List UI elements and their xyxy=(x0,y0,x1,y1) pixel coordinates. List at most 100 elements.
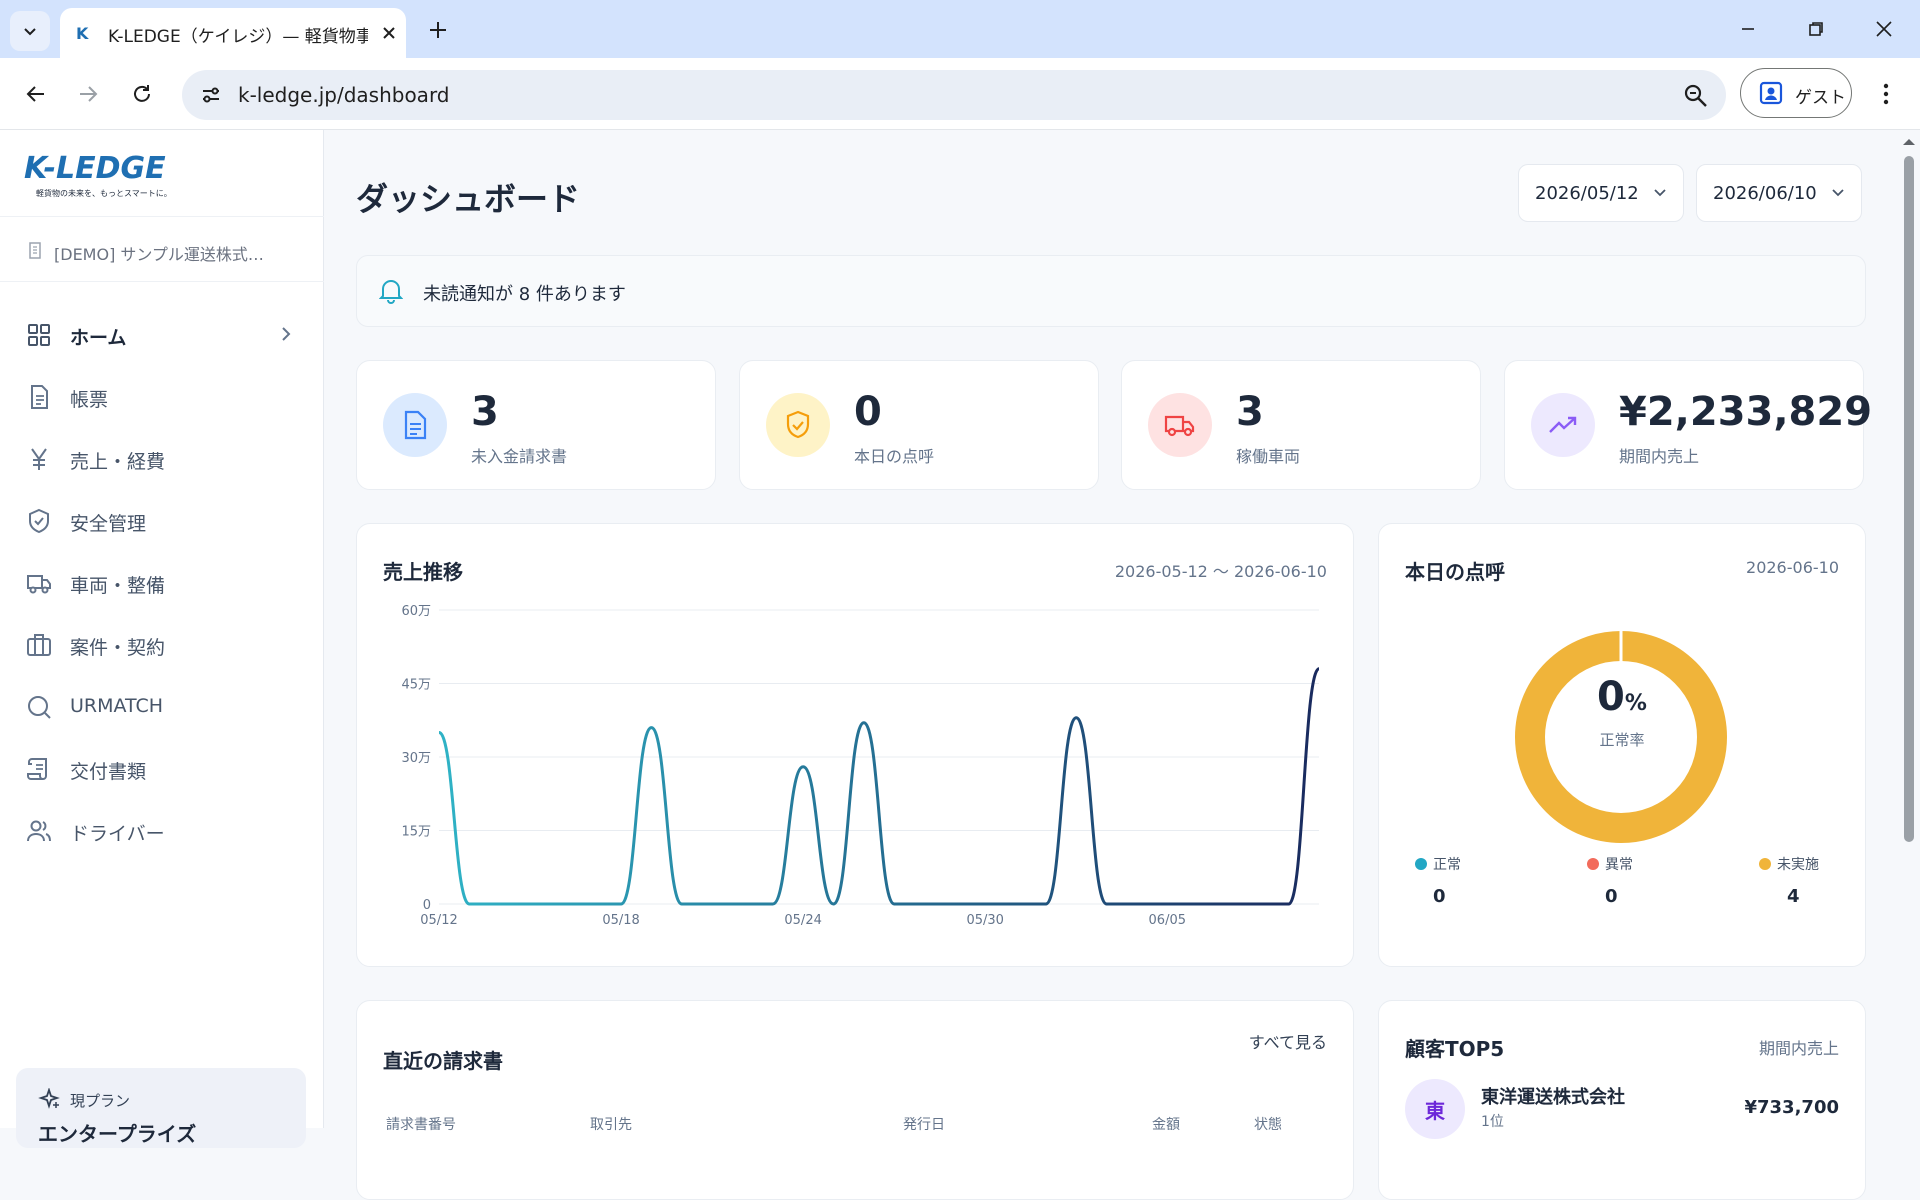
legend-dot xyxy=(1759,858,1771,870)
legend-normal: 正常 0 xyxy=(1415,854,1535,907)
svg-text:軽貨物の未来を、もっとスマートに。: 軽貨物の未来を、もっとスマートに。 xyxy=(36,188,172,198)
column-header[interactable]: 請求書番号 xyxy=(386,1114,456,1134)
rollcall-date: 2026-06-10 xyxy=(1746,558,1839,577)
svg-text:K: K xyxy=(76,24,89,43)
more-vertical-icon xyxy=(1883,83,1889,105)
sidebar-item-home[interactable]: ホーム xyxy=(10,308,310,362)
x-tick-label: 05/24 xyxy=(784,913,821,928)
legend-dot xyxy=(1587,858,1599,870)
date-from-value: 2026/05/12 xyxy=(1535,183,1639,204)
column-header[interactable]: 状態 xyxy=(1254,1114,1282,1134)
column-header[interactable]: 発行日 xyxy=(903,1114,945,1134)
k-ledge-logo: K-LEDGE 軽貨物の未来を、もっとスマートに。 xyxy=(24,151,172,198)
legend-dot xyxy=(1415,858,1427,870)
favicon-icon: K xyxy=(76,24,89,43)
address-bar[interactable]: k-ledge.jp/dashboard xyxy=(182,70,1726,120)
profile-button[interactable]: ゲスト xyxy=(1740,68,1852,118)
notification-banner[interactable]: 未読通知が 8 件あります xyxy=(356,255,1866,327)
building-icon xyxy=(29,242,41,259)
forward-button[interactable] xyxy=(68,74,108,114)
truck-icon xyxy=(1164,415,1195,437)
sidebar-item-vehicles[interactable]: 車両・整備 xyxy=(10,556,310,610)
y-tick-label: 30万 xyxy=(401,751,431,766)
view-all-link[interactable]: すべて見る xyxy=(1249,1029,1327,1053)
stat-icon-circle xyxy=(766,393,830,457)
chevron-down-icon xyxy=(1832,189,1844,197)
close-icon xyxy=(383,27,395,39)
stat-label: 稼働車両 xyxy=(1236,447,1301,466)
sidebar-item-safety[interactable]: 安全管理 xyxy=(10,494,310,548)
date-to-select[interactable]: 2026/06/10 xyxy=(1696,164,1862,222)
logo[interactable]: K-LEDGE 軽貨物の未来を、もっとスマートに。 xyxy=(24,146,224,206)
top-customers-card: 顧客TOP5 期間内売上 東 東洋運送株式会社 1位 ¥733,700 xyxy=(1378,1000,1866,1200)
sidebar: K-LEDGE 軽貨物の未来を、もっとスマートに。 [DEMO] サンプル運送株… xyxy=(0,130,324,1148)
company-selector[interactable]: [DEMO] サンプル運送株式… xyxy=(0,216,324,282)
zoom-icon[interactable] xyxy=(1682,82,1710,110)
person-badge-icon xyxy=(1759,81,1783,105)
tab-title: K-LEDGE（ケイレジ）— 軽貨物事 xyxy=(108,27,368,47)
stat-card-active-vehicles[interactable]: 3 稼働車両 xyxy=(1121,360,1481,490)
sidebar-item-sales-expenses[interactable]: 売上・経費 xyxy=(10,432,310,486)
restore-button[interactable] xyxy=(1794,12,1838,46)
shield-check-icon xyxy=(786,410,810,439)
sidebar-item-label: 車両・整備 xyxy=(70,575,166,597)
sidebar-item-label: 帳票 xyxy=(70,389,109,411)
browser-menu-button[interactable] xyxy=(1870,74,1902,114)
sidebar-item-issued-documents[interactable]: 交付書類 xyxy=(10,742,310,796)
arrow-right-icon xyxy=(80,86,98,102)
y-tick-label: 15万 xyxy=(401,825,431,840)
sidebar-item-contracts[interactable]: 案件・契約 xyxy=(10,618,310,672)
rollcall-rate: 0% xyxy=(1597,674,1647,720)
stat-value: 3 xyxy=(471,389,499,435)
minimize-button[interactable] xyxy=(1726,12,1770,46)
stat-value: 0 xyxy=(854,389,882,435)
date-from-select[interactable]: 2026/05/12 xyxy=(1518,164,1684,222)
tab-close-button[interactable] xyxy=(376,20,402,46)
stat-icon-circle xyxy=(383,393,447,457)
stat-card-rollcall[interactable]: 0 本日の点呼 xyxy=(739,360,1099,490)
sidebar-item-drivers[interactable]: ドライバー xyxy=(10,804,310,858)
column-header[interactable]: 取引先 xyxy=(590,1114,632,1134)
chevron-down-icon xyxy=(1654,189,1666,197)
new-tab-button[interactable] xyxy=(422,14,454,46)
sales-line-chart: 0 15万 30万 45万 60万 05/12 05/18 05/24 05/30 06/05 xyxy=(401,604,1321,928)
customers-meta: 期間内売上 xyxy=(1758,1039,1839,1058)
page-scrollbar[interactable] xyxy=(1898,130,1920,1128)
customer-avatar: 東 xyxy=(1405,1079,1465,1139)
card-title: 顧客TOP5 xyxy=(1405,1037,1505,1061)
y-tick-label: 45万 xyxy=(401,678,431,693)
plan-box[interactable]: 現プラン エンタープライズ xyxy=(16,1068,306,1148)
stat-card-period-sales[interactable]: ¥2,233,829 期間内売上 xyxy=(1504,360,1872,490)
legend-value: 0 xyxy=(1433,886,1446,907)
minimize-icon xyxy=(1742,28,1754,30)
plan-label: 現プラン xyxy=(70,1092,131,1110)
tab-search-button[interactable] xyxy=(10,11,50,51)
sidebar-item-documents[interactable]: 帳票 xyxy=(10,370,310,424)
site-info-button[interactable] xyxy=(194,78,228,112)
y-tick-label: 60万 xyxy=(401,604,431,619)
stat-card-unpaid-invoices[interactable]: 3 未入金請求書 xyxy=(356,360,716,490)
customer-name[interactable]: 東洋運送株式会社 xyxy=(1481,1083,1625,1109)
sidebar-item-label: ドライバー xyxy=(70,823,165,845)
browser-tab[interactable]: K K-LEDGE（ケイレジ）— 軽貨物事 xyxy=(60,8,406,58)
tune-icon xyxy=(203,87,219,103)
card-title: 直近の請求書 xyxy=(383,1049,503,1073)
sidebar-item-urmatch[interactable]: URMATCH xyxy=(10,680,310,734)
scroll-thumb[interactable] xyxy=(1904,156,1914,842)
scroll-icon xyxy=(27,758,47,780)
bell-icon xyxy=(379,280,403,304)
invoice-icon xyxy=(404,410,427,440)
back-button[interactable] xyxy=(16,74,56,114)
legend-label: 異常 xyxy=(1605,857,1633,873)
page-title: ダッシュボード xyxy=(356,180,581,218)
company-name: [DEMO] サンプル運送株式… xyxy=(54,245,264,264)
scroll-up-icon[interactable] xyxy=(1898,134,1920,150)
sidebar-item-label: 交付書類 xyxy=(70,761,147,783)
sidebar-item-label: ホーム xyxy=(70,327,127,349)
url-text: k-ledge.jp/dashboard xyxy=(238,83,450,107)
close-window-button[interactable] xyxy=(1862,12,1906,46)
shield-icon xyxy=(29,508,49,534)
reload-button[interactable] xyxy=(122,74,162,114)
column-header[interactable]: 金額 xyxy=(1152,1114,1180,1134)
svg-text:K-LEDGE: K-LEDGE xyxy=(24,151,166,186)
